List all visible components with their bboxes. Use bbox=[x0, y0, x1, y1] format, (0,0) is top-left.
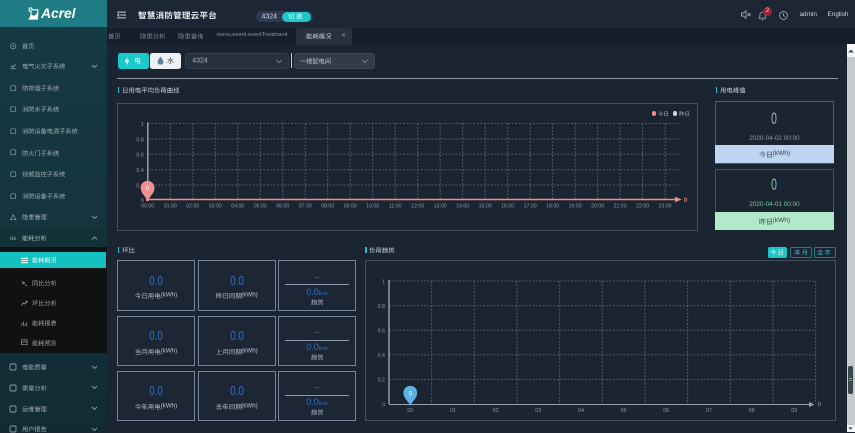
svg-text:22:00: 22:00 bbox=[636, 204, 649, 210]
svg-text:21:00: 21:00 bbox=[614, 204, 627, 210]
svg-text:0.6: 0.6 bbox=[378, 329, 385, 335]
svg-text:0.8: 0.8 bbox=[378, 304, 385, 310]
svg-text:1: 1 bbox=[382, 279, 385, 285]
svg-text:17:00: 17:00 bbox=[524, 204, 537, 210]
svg-text:01:00: 01:00 bbox=[164, 204, 177, 210]
svg-text:12:00: 12:00 bbox=[411, 204, 424, 210]
svg-text:06:00: 06:00 bbox=[276, 204, 289, 210]
svg-text:04: 04 bbox=[578, 408, 584, 414]
svg-text:13:00: 13:00 bbox=[434, 204, 447, 210]
svg-text:0: 0 bbox=[818, 402, 822, 409]
svg-text:08: 08 bbox=[749, 408, 755, 414]
svg-text:02:00: 02:00 bbox=[186, 204, 199, 210]
svg-text:19:00: 19:00 bbox=[569, 204, 582, 210]
svg-text:15:00: 15:00 bbox=[479, 204, 492, 210]
svg-text:0.8: 0.8 bbox=[136, 137, 143, 143]
svg-text:05: 05 bbox=[621, 408, 627, 414]
svg-text:11:00: 11:00 bbox=[389, 204, 402, 210]
svg-text:00:00: 00:00 bbox=[141, 204, 154, 210]
svg-text:07:00: 07:00 bbox=[299, 204, 312, 210]
svg-text:0: 0 bbox=[382, 402, 385, 408]
svg-text:0.2: 0.2 bbox=[378, 378, 385, 384]
svg-text:18:00: 18:00 bbox=[546, 204, 559, 210]
svg-text:09: 09 bbox=[791, 408, 797, 414]
svg-text:20:00: 20:00 bbox=[591, 204, 604, 210]
svg-text:0.6: 0.6 bbox=[136, 153, 143, 159]
svg-text:0: 0 bbox=[146, 186, 149, 192]
svg-text:09:00: 09:00 bbox=[344, 204, 357, 210]
svg-text:16:00: 16:00 bbox=[501, 204, 514, 210]
svg-text:23:00: 23:00 bbox=[659, 204, 672, 210]
svg-text:02: 02 bbox=[493, 408, 499, 414]
svg-text:1: 1 bbox=[141, 122, 144, 128]
svg-text:04:00: 04:00 bbox=[231, 204, 244, 210]
svg-text:06: 06 bbox=[663, 408, 669, 414]
svg-text:01: 01 bbox=[450, 408, 456, 414]
svg-text:10:00: 10:00 bbox=[366, 204, 379, 210]
svg-text:0.4: 0.4 bbox=[136, 168, 143, 174]
svg-text:03: 03 bbox=[535, 408, 541, 414]
svg-text:05:00: 05:00 bbox=[254, 204, 267, 210]
svg-text:08:00: 08:00 bbox=[321, 204, 334, 210]
svg-text:0.4: 0.4 bbox=[378, 353, 385, 359]
svg-text:0: 0 bbox=[684, 197, 688, 204]
svg-text:07: 07 bbox=[706, 408, 712, 414]
svg-text:03:00: 03:00 bbox=[209, 204, 222, 210]
svg-text:00: 00 bbox=[407, 408, 413, 414]
svg-text:14:00: 14:00 bbox=[456, 204, 469, 210]
